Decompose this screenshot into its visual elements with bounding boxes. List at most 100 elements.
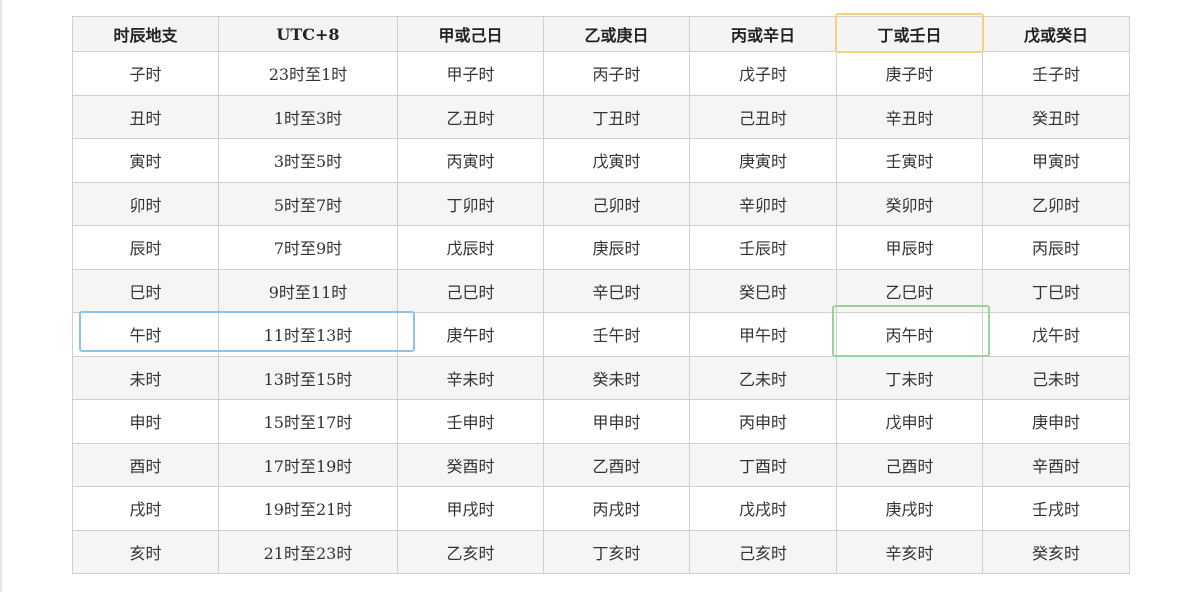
hour-pillar-cell: 丁未时 xyxy=(836,355,983,400)
hour-pillar-cell: 己卯时 xyxy=(543,181,690,226)
branch-cell: 未时 xyxy=(72,355,219,400)
time-range-cell: 9时至11时 xyxy=(218,268,398,313)
hour-pillar-cell: 戊申时 xyxy=(836,399,983,444)
hour-pillar-cell: 戊辰时 xyxy=(397,225,544,270)
table-row: 子时 23时至1时 甲子时 丙子时 戊子时 庚子时 壬子时 xyxy=(72,51,1130,96)
hour-pillar-cell: 戊寅时 xyxy=(543,138,690,183)
table-row: 辰时 7时至9时 戊辰时 庚辰时 壬辰时 甲辰时 丙辰时 xyxy=(72,225,1130,270)
hour-pillar-cell: 丁酉时 xyxy=(689,442,837,487)
time-range-cell: 3时至5时 xyxy=(218,138,398,183)
hour-pillar-cell: 甲寅时 xyxy=(982,138,1130,183)
time-range-cell: 15时至17时 xyxy=(218,399,398,444)
hour-pillar-cell: 癸卯时 xyxy=(836,181,983,226)
time-range-cell: 5时至7时 xyxy=(218,181,398,226)
table-row: 未时 13时至15时 辛未时 癸未时 乙未时 丁未时 己未时 xyxy=(72,355,1130,400)
hour-pillar-cell: 壬申时 xyxy=(397,399,544,444)
hour-pillar-cell: 庚申时 xyxy=(982,399,1130,444)
time-range-cell: 21时至23时 xyxy=(218,529,398,574)
hour-pillar-cell: 己丑时 xyxy=(689,94,837,139)
hour-pillar-cell: 壬辰时 xyxy=(689,225,837,270)
hour-pillar-cell: 辛巳时 xyxy=(543,268,690,313)
hour-pillar-cell: 乙丑时 xyxy=(397,94,544,139)
hour-pillar-cell: 癸未时 xyxy=(543,355,690,400)
hour-pillar-cell: 乙亥时 xyxy=(397,529,544,574)
table-body: 子时 23时至1时 甲子时 丙子时 戊子时 庚子时 壬子时 丑时 1时至3时 乙丑时 丁丑时 己丑时辛… xyxy=(72,51,1130,574)
hour-pillar-cell: 丙辰时 xyxy=(982,225,1130,270)
hour-pillar-cell: 戊戌时 xyxy=(689,486,837,531)
hour-pillar-cell: 丙寅时 xyxy=(397,138,544,183)
hour-pillar-cell: 甲辰时 xyxy=(836,225,983,270)
time-range-cell: 17时至19时 xyxy=(218,442,398,487)
branch-cell: 巳时 xyxy=(72,268,219,313)
table-row: 丑时 1时至3时 乙丑时 丁丑时 己丑时 辛丑时 癸丑时 xyxy=(72,94,1130,139)
hour-pillar-cell: 辛未时 xyxy=(397,355,544,400)
hour-pillar-cell: 丁卯时 xyxy=(397,181,544,226)
table-row: 亥时 21时至23时 乙亥时 丁亥时 己亥时 辛亥时 癸亥时 xyxy=(72,529,1130,574)
hour-pillar-cell: 丙子时 xyxy=(543,51,690,96)
hour-pillar-cell: 甲午时 xyxy=(689,312,837,357)
hour-pillar-cell: 乙酉时 xyxy=(543,442,690,487)
hour-pillar-cell: 辛酉时 xyxy=(982,442,1130,487)
table-row: 酉时 17时至19时 癸酉时 乙酉时 丁酉时 己酉时 辛酉时 xyxy=(72,442,1130,487)
time-range-cell: 19时至21时 xyxy=(218,486,398,531)
hour-pillar-cell: 庚戌时 xyxy=(836,486,983,531)
hour-pillar-cell: 戊子时 xyxy=(689,51,837,96)
branch-cell: 辰时 xyxy=(72,225,219,270)
table-row: 午时 11时至13时 庚午时 壬午时 甲午时 丙午时 戊午时 xyxy=(72,312,1130,357)
page: 时辰地支 UTC+8 甲或己日 乙或庚日 丙或辛日 丁或壬日 戊或癸日 子时 23… xyxy=(0,0,1178,592)
hour-pillar-cell: 庚寅时 xyxy=(689,138,837,183)
branch-cell: 酉时 xyxy=(72,442,219,487)
header-earthly-branch: 时辰地支 xyxy=(72,16,219,52)
hour-pillar-cell: 癸亥时 xyxy=(982,529,1130,574)
hour-pillar-cell: 丁巳时 xyxy=(982,268,1130,313)
time-range-cell: 13时至15时 xyxy=(218,355,398,400)
header-ding-ren-day: 丁或壬日 xyxy=(836,16,983,52)
hour-pillar-cell: 甲申时 xyxy=(543,399,690,444)
hour-pillar-cell: 癸巳时 xyxy=(689,268,837,313)
hour-pillar-cell: 庚辰时 xyxy=(543,225,690,270)
hour-pillar-cell: 己巳时 xyxy=(397,268,544,313)
hour-pillar-cell: 戊午时 xyxy=(982,312,1130,357)
branch-cell: 午时 xyxy=(72,312,219,357)
header-yi-geng-day: 乙或庚日 xyxy=(543,16,690,52)
table-row: 寅时 3时至5时 丙寅时 戊寅时 庚寅时 壬寅时 甲寅时 xyxy=(72,138,1130,183)
hour-pillar-cell: 庚午时 xyxy=(397,312,544,357)
hour-pillar-cell: 甲子时 xyxy=(397,51,544,96)
header-row: 时辰地支 UTC+8 甲或己日 乙或庚日 丙或辛日 丁或壬日 戊或癸日 xyxy=(72,16,1130,52)
hour-pillar-cell: 己亥时 xyxy=(689,529,837,574)
header-wu-gui-day: 戊或癸日 xyxy=(982,16,1130,52)
time-range-cell: 1时至3时 xyxy=(218,94,398,139)
header-jia-ji-day: 甲或己日 xyxy=(397,16,544,52)
header-utc8: UTC+8 xyxy=(218,16,398,52)
hour-pillar-cell: 辛丑时 xyxy=(836,94,983,139)
branch-cell: 寅时 xyxy=(72,138,219,183)
hour-pillar-cell: 壬午时 xyxy=(543,312,690,357)
table-row: 戌时 19时至21时 甲戌时 丙戌时 戊戌时 庚戌时 壬戌时 xyxy=(72,486,1130,531)
shichen-table: 时辰地支 UTC+8 甲或己日 乙或庚日 丙或辛日 丁或壬日 戊或癸日 子时 23… xyxy=(72,16,1130,574)
hour-pillar-cell: 壬子时 xyxy=(982,51,1130,96)
time-range-cell: 23时至1时 xyxy=(218,51,398,96)
hour-pillar-cell: 辛亥时 xyxy=(836,529,983,574)
header-bing-xin-day: 丙或辛日 xyxy=(689,16,837,52)
hour-pillar-cell: 丙申时 xyxy=(689,399,837,444)
hour-pillar-cell: 辛卯时 xyxy=(689,181,837,226)
branch-cell: 戌时 xyxy=(72,486,219,531)
hour-pillar-cell: 己酉时 xyxy=(836,442,983,487)
hour-pillar-cell: 丙戌时 xyxy=(543,486,690,531)
branch-cell: 子时 xyxy=(72,51,219,96)
left-divider xyxy=(0,0,2,592)
time-range-cell: 11时至13时 xyxy=(218,312,398,357)
branch-cell: 亥时 xyxy=(72,529,219,574)
hour-pillar-cell: 己未时 xyxy=(982,355,1130,400)
hour-pillar-cell: 丁亥时 xyxy=(543,529,690,574)
branch-cell: 丑时 xyxy=(72,94,219,139)
time-range-cell: 7时至9时 xyxy=(218,225,398,270)
hour-pillar-cell: 乙巳时 xyxy=(836,268,983,313)
hour-pillar-cell: 丙午时 xyxy=(836,312,983,357)
hour-pillar-cell: 甲戌时 xyxy=(397,486,544,531)
hour-pillar-cell: 乙卯时 xyxy=(982,181,1130,226)
table-row: 巳时 9时至11时 己巳时 辛巳时 癸巳时 乙巳时 丁巳时 xyxy=(72,268,1130,313)
hour-pillar-cell: 癸丑时 xyxy=(982,94,1130,139)
hour-pillar-cell: 庚子时 xyxy=(836,51,983,96)
hour-pillar-cell: 丁丑时 xyxy=(543,94,690,139)
